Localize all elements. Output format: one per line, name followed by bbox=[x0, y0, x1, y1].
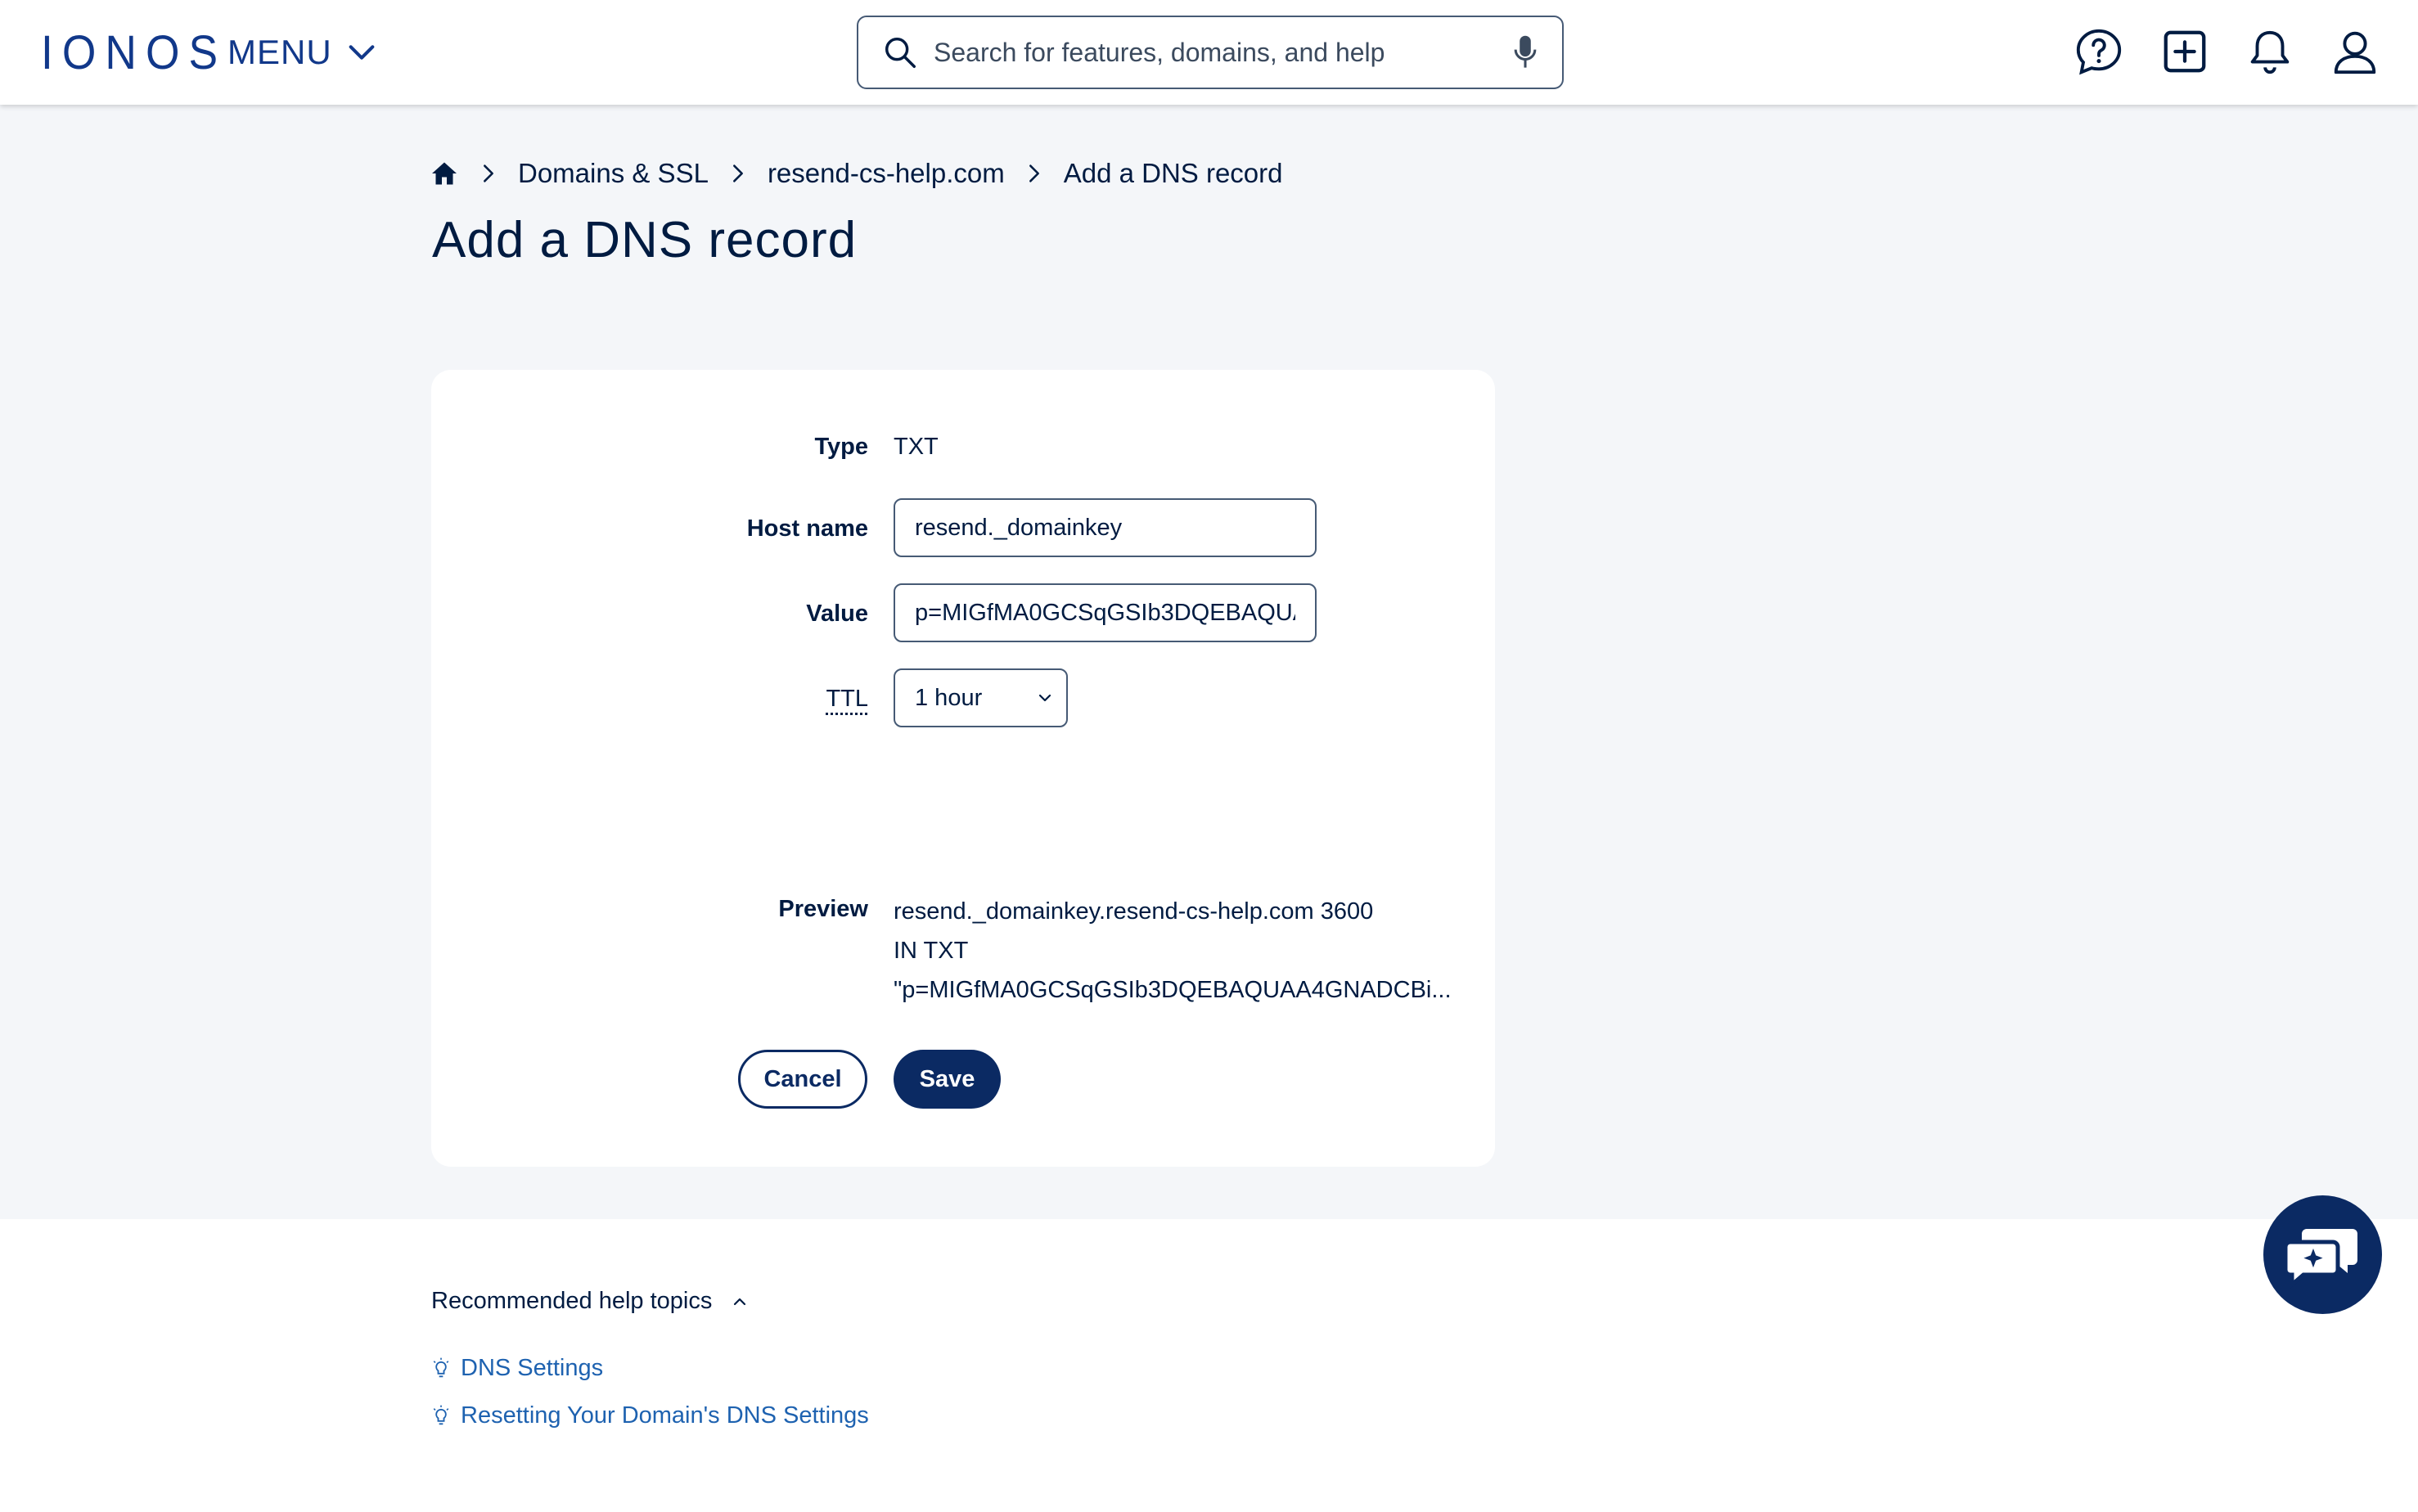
value-field[interactable] bbox=[894, 583, 1317, 642]
search-icon bbox=[885, 37, 916, 68]
help-link-resetting-dns[interactable]: Resetting Your Domain's DNS Settings bbox=[431, 1402, 869, 1429]
preview-line: resend._domainkey.resend-cs-help.com 360… bbox=[894, 898, 1374, 925]
search-input[interactable] bbox=[934, 37, 1511, 68]
page-title: Add a DNS record bbox=[432, 212, 858, 268]
help-link-label[interactable]: Resetting Your Domain's DNS Settings bbox=[461, 1402, 869, 1429]
breadcrumb-current: Add a DNS record bbox=[1063, 158, 1283, 188]
ionos-logo[interactable]: IONOS bbox=[41, 26, 227, 79]
notification-bell-icon[interactable] bbox=[2245, 26, 2295, 77]
breadcrumb-domains-ssl[interactable]: Domains & SSL bbox=[518, 158, 709, 189]
help-title: Recommended help topics bbox=[431, 1288, 713, 1314]
type-value: TXT bbox=[894, 434, 939, 460]
cancel-button[interactable]: Cancel bbox=[738, 1050, 867, 1109]
chevron-down-icon bbox=[1038, 694, 1051, 702]
menu-label: MENU bbox=[227, 33, 332, 71]
lightbulb-icon bbox=[433, 1357, 449, 1377]
user-account-icon[interactable] bbox=[2330, 26, 2380, 77]
chevron-right-icon bbox=[1029, 164, 1039, 182]
preview-line: IN TXT bbox=[894, 938, 969, 964]
help-icon[interactable] bbox=[2074, 26, 2124, 77]
chevron-up-icon bbox=[734, 1298, 746, 1305]
value-label: Value bbox=[806, 601, 868, 627]
chevron-right-icon bbox=[484, 164, 493, 182]
home-icon[interactable] bbox=[430, 159, 459, 188]
breadcrumb: Domains & SSL resend-cs-help.com Add a D… bbox=[430, 155, 1283, 191]
lightbulb-icon bbox=[433, 1405, 449, 1424]
menu-button[interactable]: MENU bbox=[227, 29, 378, 75]
type-label: Type bbox=[814, 434, 868, 460]
ttl-select[interactable]: 1 hour bbox=[894, 668, 1068, 727]
help-link-label[interactable]: DNS Settings bbox=[461, 1355, 603, 1382]
recommended-help-toggle[interactable]: Recommended help topics bbox=[431, 1288, 750, 1315]
hostname-input[interactable] bbox=[915, 514, 1295, 542]
preview-line: "p=MIGfMA0GCSqGSIb3DQEBAQUAA4GNADCBi... bbox=[894, 977, 1452, 1003]
dns-record-form-card bbox=[431, 370, 1495, 1167]
search-bar[interactable] bbox=[857, 16, 1564, 89]
ttl-label-text[interactable]: TTL bbox=[826, 686, 868, 712]
chevron-right-icon bbox=[732, 164, 743, 182]
ttl-label[interactable]: TTL bbox=[623, 686, 868, 713]
add-icon[interactable] bbox=[2159, 26, 2210, 77]
save-button[interactable]: Save bbox=[894, 1050, 1001, 1109]
chat-bubbles-icon bbox=[2283, 1228, 2357, 1289]
preview-label: Preview bbox=[778, 896, 868, 922]
hostname-label: Host name bbox=[746, 515, 868, 542]
ttl-selected-value: 1 hour bbox=[915, 684, 983, 711]
hostname-field[interactable] bbox=[894, 498, 1317, 557]
chevron-down-icon bbox=[349, 45, 375, 60]
breadcrumb-domain[interactable]: resend-cs-help.com bbox=[768, 158, 1005, 189]
chat-assistant-button[interactable] bbox=[2263, 1195, 2382, 1314]
help-link-dns-settings[interactable]: DNS Settings bbox=[431, 1355, 603, 1382]
record-preview: resend._domainkey.resend-cs-help.com 360… bbox=[894, 892, 1466, 1010]
microphone-icon[interactable] bbox=[1511, 34, 1539, 70]
top-header: IONOS MENU bbox=[0, 0, 2418, 105]
value-input[interactable] bbox=[915, 599, 1295, 627]
